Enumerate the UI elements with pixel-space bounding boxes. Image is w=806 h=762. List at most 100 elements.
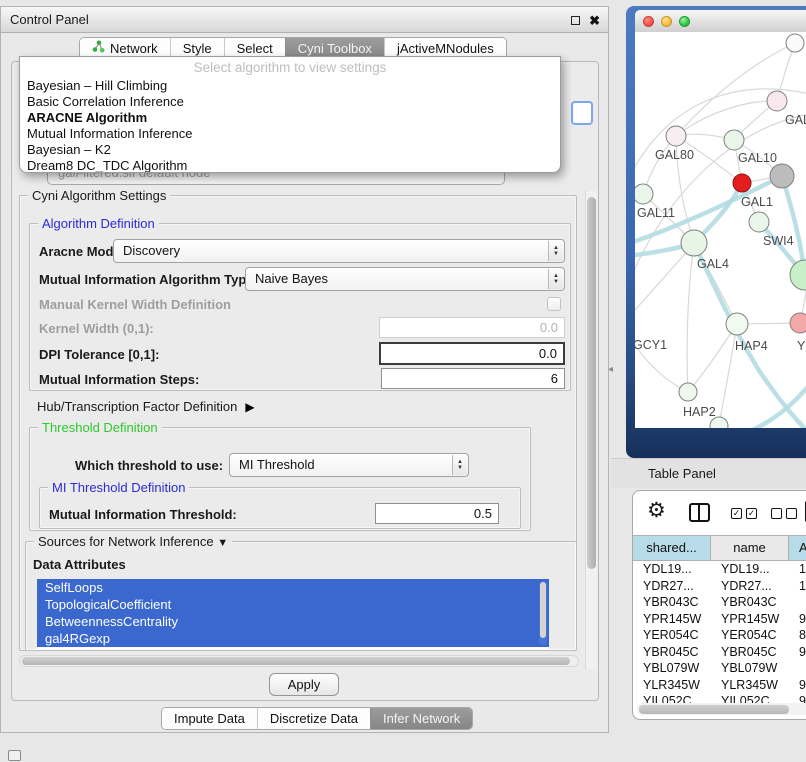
- network-node-GAL[interactable]: [767, 91, 787, 111]
- table-cell: YBR045C: [633, 644, 711, 661]
- table-row[interactable]: YDR27...YDR27...12: [633, 578, 806, 595]
- kernel-width-label: Kernel Width (0,1):: [39, 321, 154, 336]
- deselect-all-icon[interactable]: [771, 508, 797, 519]
- table-row[interactable]: YPR145WYPR145W9.: [633, 611, 806, 628]
- attribute-item[interactable]: SelfLoops: [37, 579, 549, 596]
- column-header[interactable]: shared...: [633, 536, 711, 560]
- network-node-node-top[interactable]: [786, 34, 804, 52]
- mi-type-combobox[interactable]: Naive Bayes ▲▼: [245, 267, 565, 291]
- window-title: Control Panel: [10, 7, 89, 32]
- algorithm-option[interactable]: Bayesian – K2: [20, 142, 560, 158]
- mi-threshold-label: Mutual Information Threshold:: [49, 507, 237, 522]
- close-icon[interactable]: ✖: [589, 14, 600, 27]
- expanded-arrow-icon: ▼: [217, 537, 228, 549]
- network-node-node-biggreen[interactable]: [790, 260, 806, 290]
- split-columns-icon[interactable]: [689, 503, 710, 522]
- float-window-icon[interactable]: [571, 16, 580, 25]
- tab-impute-data[interactable]: Impute Data: [162, 708, 257, 729]
- gear-icon[interactable]: ⚙: [647, 498, 666, 523]
- network-node-GAL4[interactable]: [681, 230, 707, 256]
- table-horizontal-scrollbar[interactable]: [637, 703, 806, 715]
- algorithm-combobox-focused-edge[interactable]: [571, 101, 593, 125]
- sources-legend[interactable]: Sources for Network Inference ▼: [34, 534, 232, 549]
- network-canvas[interactable]: GALGAL80GAL10GAL1GAL11SWI4GAL4GCY1HAP4YH…: [635, 32, 806, 428]
- table-cell: YDR27...: [633, 578, 711, 595]
- attribute-item[interactable]: BetweennessCentrality: [37, 613, 549, 630]
- threshold-definition-legend: Threshold Definition: [38, 420, 162, 435]
- table-body: YDL19...YDL19...13YDR27...YDR27...12YBR0…: [633, 561, 806, 703]
- table-row[interactable]: YBR045CYBR045C9.: [633, 644, 806, 661]
- hub-definition-toggle[interactable]: Hub/Transcription Factor Definition ▶: [37, 399, 255, 414]
- network-node-label: HAP4: [735, 339, 768, 353]
- cyni-bottom-tabs: Impute DataDiscretize DataInfer Network: [161, 707, 473, 730]
- network-window-titlebar: [635, 10, 806, 32]
- manual-kernel-checkbox[interactable]: [547, 297, 561, 311]
- network-node-GAL11[interactable]: [635, 184, 653, 204]
- attribute-item[interactable]: TopologicalCoefficient: [37, 596, 549, 613]
- dpi-tolerance-input[interactable]: 0.0: [379, 342, 565, 365]
- table-row[interactable]: YLR345WYLR345W9.: [633, 677, 806, 694]
- minimize-traffic-light-icon[interactable]: [661, 16, 672, 27]
- network-node-GAL1[interactable]: [733, 174, 751, 192]
- tab-infer-network[interactable]: Infer Network: [370, 708, 472, 729]
- dock-panel-icon[interactable]: [8, 750, 21, 761]
- table-row[interactable]: YDL19...YDL19...13: [633, 561, 806, 578]
- close-traffic-light-icon[interactable]: [643, 16, 654, 27]
- algorithm-option[interactable]: ARACNE Algorithm: [20, 110, 560, 126]
- table-selector-combobox[interactable]: galFiltered.sif default node: [47, 172, 505, 186]
- kernel-width-input[interactable]: 0.0: [379, 317, 565, 338]
- network-node-GAL10[interactable]: [724, 130, 744, 150]
- network-node-HAP4[interactable]: [726, 313, 748, 335]
- algorithm-option[interactable]: Basic Correlation Inference: [20, 94, 560, 110]
- network-node-GAL80[interactable]: [666, 126, 686, 146]
- algorithm-option[interactable]: Dream8 DC_TDC Algorithm: [20, 158, 560, 173]
- hub-definition-label: Hub/Transcription Factor Definition: [37, 399, 237, 414]
- table-cell: YER054C: [711, 627, 789, 644]
- tab-discretize-data[interactable]: Discretize Data: [257, 708, 370, 729]
- which-threshold-label: Which threshold to use:: [75, 458, 223, 473]
- table-row[interactable]: YBL079WYBL079W: [633, 660, 806, 677]
- table-cell: YPR145W: [711, 611, 789, 628]
- algorithm-definition-legend: Algorithm Definition: [38, 216, 159, 231]
- cyni-settings-legend: Cyni Algorithm Settings: [28, 188, 170, 203]
- column-header[interactable]: name: [711, 536, 789, 560]
- mi-threshold-legend: MI Threshold Definition: [48, 480, 189, 495]
- settings-horizontal-scrollbar[interactable]: [19, 655, 579, 667]
- which-threshold-combobox[interactable]: MI Threshold ▲▼: [229, 453, 469, 477]
- zoom-traffic-light-icon[interactable]: [679, 16, 690, 27]
- mi-steps-input[interactable]: 6: [381, 368, 565, 389]
- select-all-icon[interactable]: ✓✓: [731, 508, 757, 519]
- network-node-HAP2[interactable]: [679, 383, 697, 401]
- network-node-SWI4[interactable]: [749, 212, 769, 232]
- table-cell: YER054C: [633, 627, 711, 644]
- aracne-mode-combobox[interactable]: Discovery ▲▼: [113, 239, 565, 263]
- mi-threshold-input[interactable]: 0.5: [375, 503, 499, 524]
- settings-vertical-scrollbar[interactable]: [585, 191, 597, 669]
- table-cell: 9.: [789, 677, 806, 694]
- mi-type-label: Mutual Information Algorithm Type:: [39, 272, 258, 287]
- manual-kernel-label: Manual Kernel Width Definition: [39, 297, 231, 312]
- apply-button[interactable]: Apply: [269, 673, 339, 696]
- algorithm-option[interactable]: Bayesian – Hill Climbing: [20, 78, 560, 94]
- attribute-item[interactable]: gal4RGexp: [37, 630, 549, 647]
- table-row[interactable]: YER054CYER054C8.: [633, 627, 806, 644]
- spinner-icon[interactable]: ▲▼: [548, 241, 563, 261]
- table-row[interactable]: YIL052CYIL052C9: [633, 693, 806, 703]
- network-node-node-gray[interactable]: [770, 164, 794, 188]
- collapsed-arrow-icon: ▶: [245, 400, 254, 414]
- table-cell: YLR345W: [633, 677, 711, 694]
- table-selector-value: galFiltered.sif default node: [47, 172, 505, 185]
- table-row[interactable]: YBR043CYBR043C: [633, 594, 806, 611]
- dropdown-items: Bayesian – Hill ClimbingBasic Correlatio…: [20, 78, 560, 173]
- spinner-icon[interactable]: ▲▼: [452, 455, 467, 475]
- spinner-icon[interactable]: ▲▼: [548, 269, 563, 289]
- list-scrollbar[interactable]: [539, 581, 547, 645]
- table-cell: 8.: [789, 627, 806, 644]
- network-node-label: GAL11: [637, 206, 675, 220]
- column-header[interactable]: A: [789, 536, 806, 560]
- table-cell: YBL079W: [711, 660, 789, 677]
- algorithm-option[interactable]: Mutual Information Inference: [20, 126, 560, 142]
- splitter-handle[interactable]: ◂: [608, 364, 613, 375]
- table-cell: 12: [789, 578, 806, 595]
- network-node-Y[interactable]: [790, 313, 806, 333]
